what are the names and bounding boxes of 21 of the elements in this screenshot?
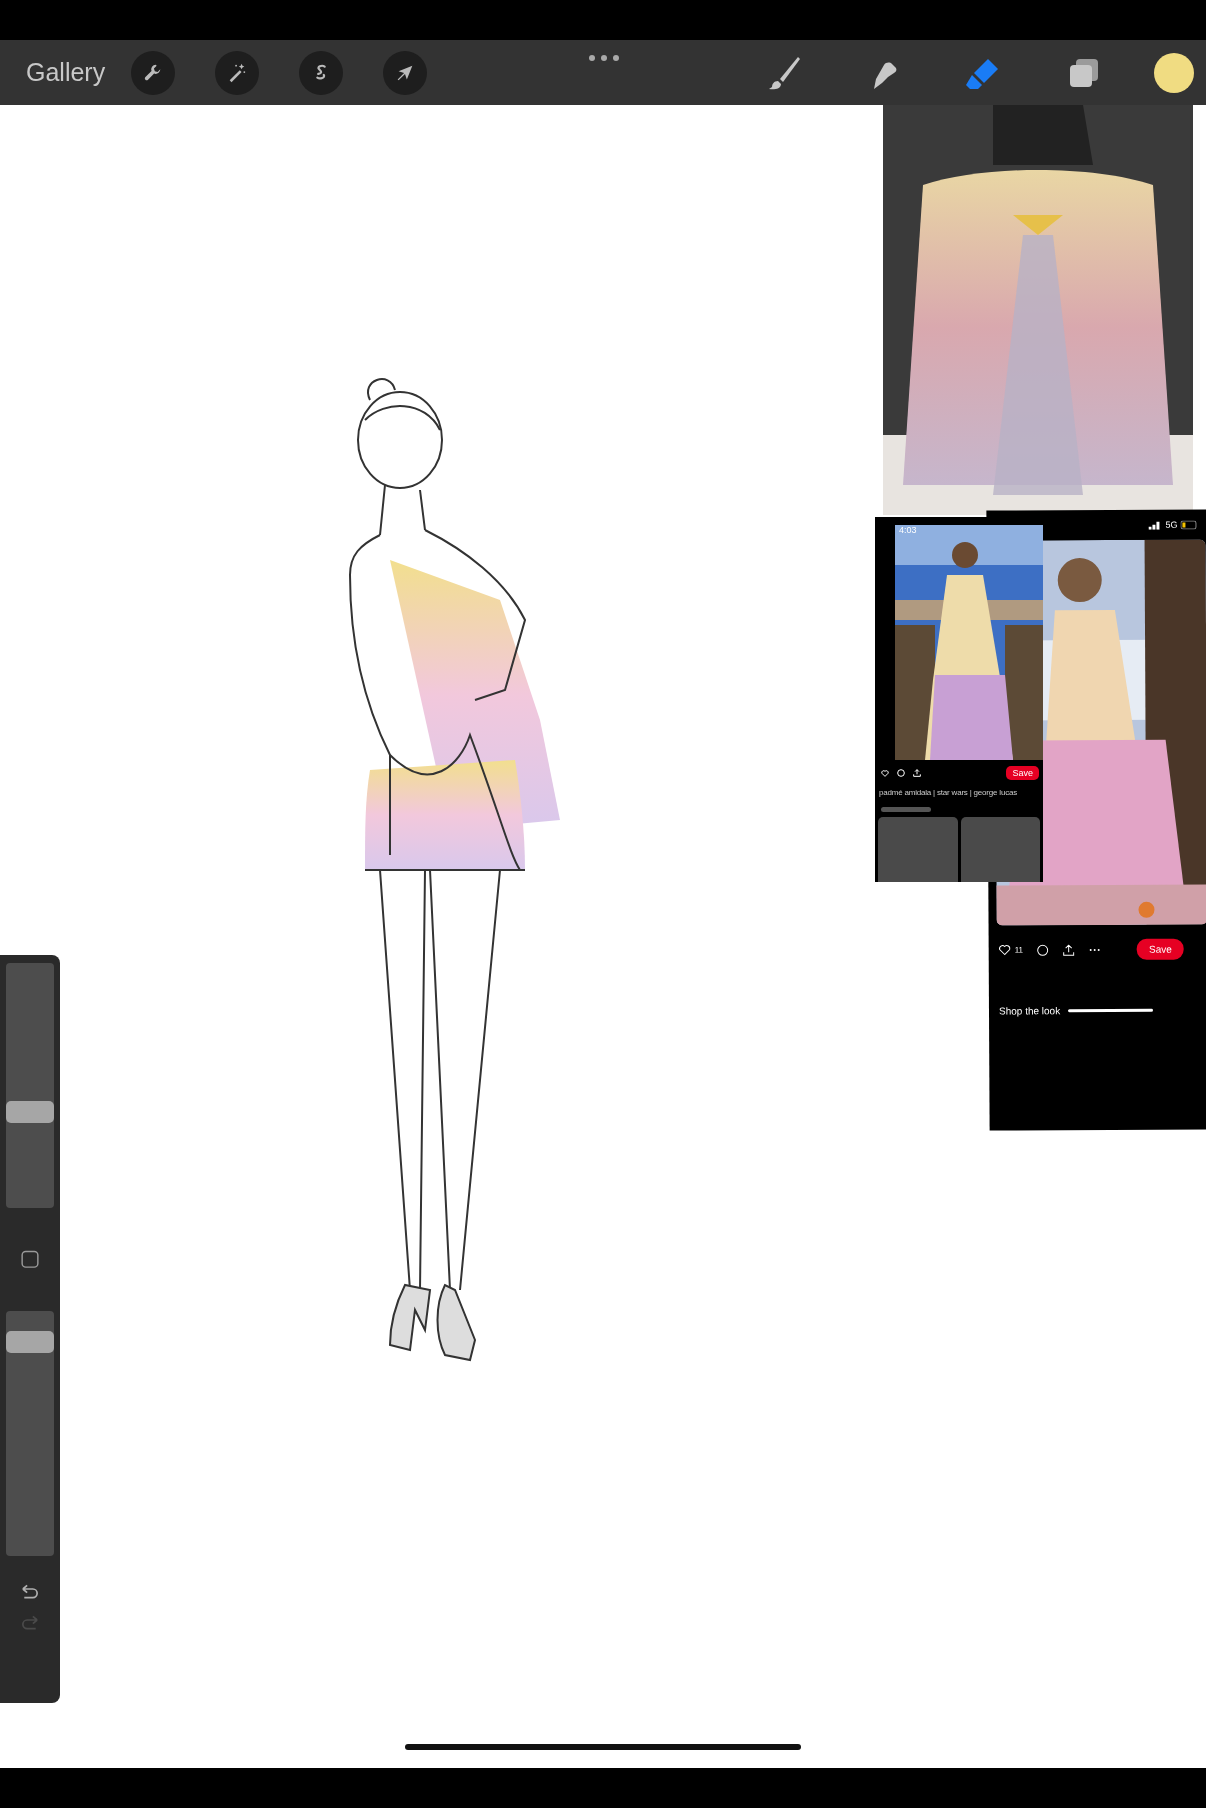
slider-thumb[interactable] <box>6 1330 54 1353</box>
network-label: 5G <box>1165 519 1178 530</box>
share-icon[interactable] <box>1062 943 1075 956</box>
brush-size-slider[interactable] <box>6 963 54 1208</box>
gallery-button[interactable]: Gallery <box>26 58 106 87</box>
opacity-slider[interactable] <box>6 1310 54 1556</box>
slider-thumb[interactable] <box>6 1101 54 1124</box>
share-icon[interactable] <box>913 769 921 777</box>
heart-icon[interactable] <box>881 769 889 777</box>
more-icon[interactable] <box>1089 947 1101 952</box>
comment-icon[interactable] <box>1036 943 1049 956</box>
save-button[interactable]: Save <box>1136 938 1184 960</box>
save-button[interactable]: Save <box>1006 766 1039 780</box>
shop-the-look-label: Shop the look <box>998 1005 1061 1017</box>
placeholder-bar <box>881 807 931 812</box>
heart-icon[interactable] <box>998 944 1011 956</box>
like-count: 11 <box>1014 945 1023 955</box>
comment-icon[interactable] <box>897 769 905 777</box>
battery-icon <box>1180 520 1199 530</box>
pin-caption: padmé amidala | star wars | george lucas <box>878 787 1018 797</box>
color-swatch[interactable] <box>1154 52 1194 93</box>
